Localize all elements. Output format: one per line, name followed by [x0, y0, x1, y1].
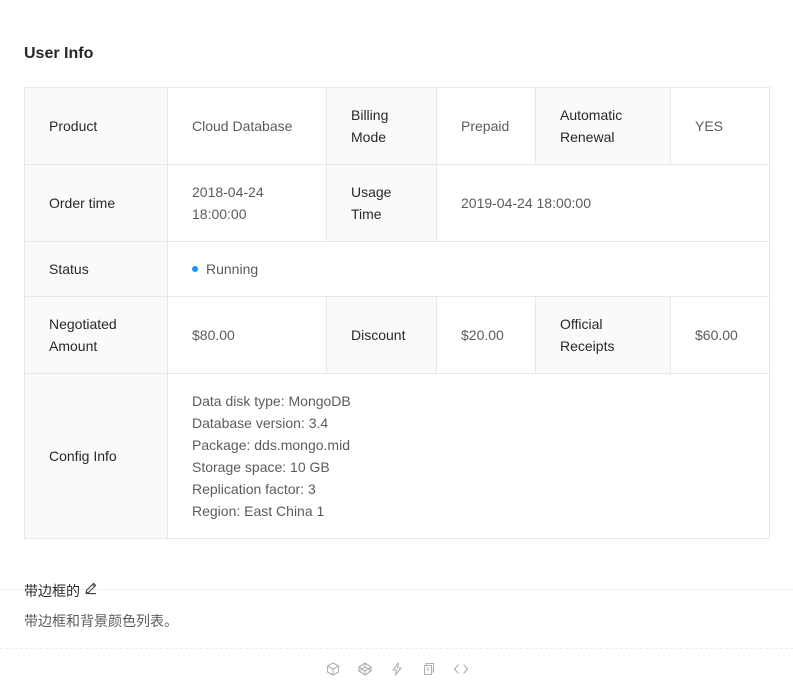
desc-row: Negotiated Amount $80.00 Discount $20.00…: [24, 296, 770, 374]
negotiated-amount-value: $80.00: [167, 296, 327, 374]
config-line: Region: East China 1: [192, 503, 325, 519]
desc-row: Config Info Data disk type: MongoDB Data…: [24, 373, 770, 539]
status-value: Running: [167, 241, 770, 297]
status-label: Status: [24, 241, 168, 297]
thunderbolt-icon[interactable]: [389, 661, 405, 677]
config-line: Data disk type: MongoDB: [192, 393, 351, 409]
desc-row: Order time 2018-04-24 18:00:00 Usage Tim…: [24, 164, 770, 242]
user-info-descriptions: Product Cloud Database Billing Mode Prep…: [24, 87, 770, 539]
discount-label: Discount: [326, 296, 437, 374]
config-info-value: Data disk type: MongoDB Database version…: [167, 373, 770, 539]
usage-time-label: Usage Time: [326, 164, 437, 242]
billing-mode-value: Prepaid: [436, 87, 536, 165]
billing-mode-label: Billing Mode: [326, 87, 437, 165]
status-text: Running: [206, 261, 259, 277]
demo-description: 带边框和背景颜色列表。: [24, 613, 178, 629]
config-line: Replication factor: 3: [192, 481, 316, 497]
codesandbox-icon[interactable]: [325, 661, 341, 677]
negotiated-amount-label: Negotiated Amount: [24, 296, 168, 374]
usage-time-value: 2019-04-24 18:00:00: [436, 164, 770, 242]
page-title: User Info: [24, 45, 94, 62]
section-divider: [0, 589, 793, 590]
codepen-icon[interactable]: [357, 661, 373, 677]
status-dot-icon: [192, 266, 198, 273]
config-line: Database version: 3.4: [192, 415, 329, 431]
desc-row: Status Running: [24, 241, 770, 297]
code-icon[interactable]: [453, 661, 469, 677]
discount-value: $20.00: [436, 296, 536, 374]
automatic-renewal-label: Automatic Renewal: [535, 87, 671, 165]
order-time-value: 2018-04-24 18:00:00: [167, 164, 327, 242]
demo-section-title: 带边框的: [24, 580, 98, 603]
actions-divider: [0, 648, 793, 649]
config-info-label: Config Info: [24, 373, 168, 539]
config-line: Package: dds.mongo.mid: [192, 437, 350, 453]
order-time-label: Order time: [24, 164, 168, 242]
official-receipts-label: Official Receipts: [535, 296, 671, 374]
automatic-renewal-value: YES: [670, 87, 770, 165]
edit-icon[interactable]: [84, 579, 98, 601]
official-receipts-value: $60.00: [670, 296, 770, 374]
demo-title-text: 带边框的: [24, 583, 80, 599]
product-label: Product: [24, 87, 168, 165]
product-value: Cloud Database: [167, 87, 327, 165]
config-line: Storage space: 10 GB: [192, 459, 330, 475]
copy-icon[interactable]: [421, 661, 437, 677]
desc-row: Product Cloud Database Billing Mode Prep…: [24, 87, 770, 165]
code-actions: [0, 658, 793, 680]
